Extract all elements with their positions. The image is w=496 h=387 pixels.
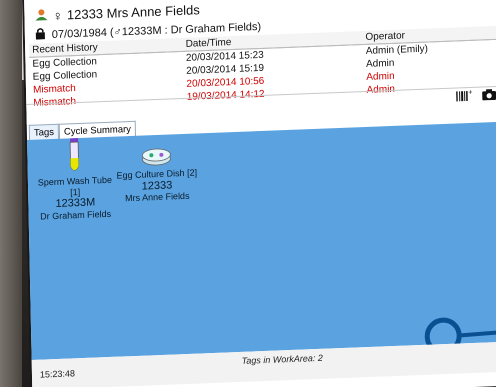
lock-icon (35, 27, 46, 42)
monitor-frame-left (0, 0, 22, 387)
patient-header: ♀ 12333 Mrs Anne Fields 07/03/1984 (♂123… (24, 0, 496, 124)
photo-stage: ♀ 12333 Mrs Anne Fields 07/03/1984 (♂123… (0, 0, 496, 387)
user-icon (34, 7, 48, 25)
toolbar-icons: + (456, 88, 496, 105)
app-screen: ♀ 12333 Mrs Anne Fields 07/03/1984 (♂123… (24, 0, 496, 387)
patient-row: ♀ 12333 Mrs Anne Fields (34, 1, 200, 24)
tags-workarea[interactable]: Sperm Wash Tube [1] 12333M Dr Graham Fie… (27, 120, 496, 360)
add-barcode-icon[interactable]: + (456, 89, 473, 105)
camera-icon[interactable] (482, 88, 496, 104)
sperm-wash-tube-icon (31, 137, 118, 179)
female-icon: ♀ (52, 7, 64, 24)
svg-text:+: + (468, 89, 472, 96)
tag-sperm-wash-tube[interactable]: Sperm Wash Tube [1] 12333M Dr Graham Fie… (31, 137, 119, 222)
status-tag-count: Tags in WorkArea: 2 (241, 352, 323, 366)
tag-owner: Mrs Anne Fields (124, 191, 190, 204)
tag-owner: Dr Graham Fields (40, 208, 112, 222)
tag-egg-culture-dish[interactable]: Egg Culture Dish [2] 12333 Mrs Anne Fiel… (111, 141, 202, 204)
patient-name: 12333 Mrs Anne Fields (66, 2, 200, 23)
status-time: 15:23:48 (39, 368, 76, 380)
egg-culture-dish-icon (111, 141, 201, 171)
